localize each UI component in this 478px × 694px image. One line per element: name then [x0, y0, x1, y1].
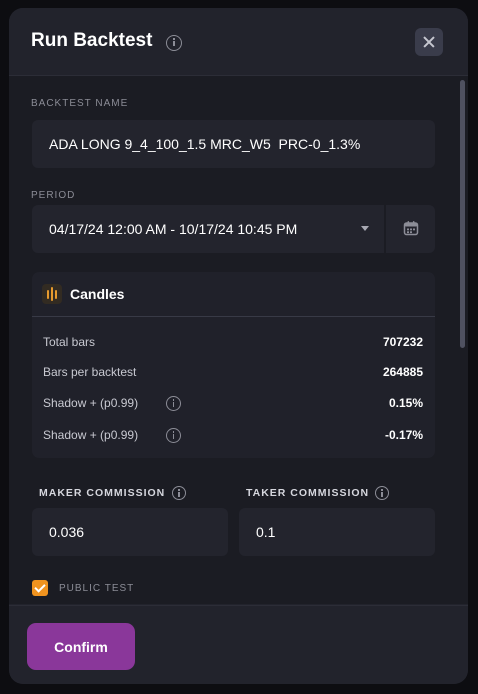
period-value: 04/17/24 12:00 AM - 10/17/24 10:45 PM	[49, 221, 298, 237]
period-label: PERIOD	[31, 190, 76, 201]
row-label: Bars per backtest	[43, 365, 137, 379]
info-icon[interactable]	[166, 428, 181, 443]
confirm-button[interactable]: Confirm	[27, 623, 135, 670]
dialog-title: Run Backtest	[31, 30, 153, 51]
maker-commission-input[interactable]: 0.036	[32, 508, 228, 556]
row-value: 264885	[382, 365, 423, 379]
info-icon[interactable]	[166, 396, 181, 411]
row-label: Total bars	[43, 335, 96, 349]
period-select[interactable]: 04/17/24 12:00 AM - 10/17/24 10:45 PM	[32, 205, 384, 253]
row-value: 707232	[382, 335, 423, 349]
calendar-button[interactable]	[386, 205, 435, 253]
candles-header: Candles	[32, 272, 435, 317]
scroll-thumb[interactable]	[460, 80, 465, 348]
candles-title: Candles	[70, 286, 125, 302]
info-icon[interactable]	[375, 486, 389, 500]
public-test-checkbox[interactable]	[32, 580, 48, 596]
row-label: Shadow + (p0.99)	[43, 428, 139, 442]
candles-row-total-bars: Total bars 707232	[32, 327, 435, 357]
close-button[interactable]	[415, 28, 443, 56]
candles-row-bars-per-backtest: Bars per backtest 264885	[32, 357, 435, 387]
backtest-name-input[interactable]: ADA LONG 9_4_100_1.5 MRC_W5 PRC-0_1.3%	[32, 120, 435, 168]
maker-commission-label: MAKER COMMISSION	[39, 487, 166, 499]
scrollbar[interactable]	[460, 76, 465, 604]
calendar-icon	[403, 221, 419, 236]
candles-row-shadow-down: Shadow + (p0.99) -0.17%	[32, 420, 435, 450]
backtest-name-value: ADA LONG 9_4_100_1.5 MRC_W5 PRC-0_1.3%	[49, 136, 361, 152]
period-field: 04/17/24 12:00 AM - 10/17/24 10:45 PM	[32, 205, 435, 253]
row-label: Shadow + (p0.99)	[43, 396, 139, 410]
dialog-footer: Confirm	[9, 605, 468, 684]
taker-commission-input[interactable]: 0.1	[239, 508, 435, 556]
candles-card: Candles Total bars 707232 Bars per backt…	[32, 272, 435, 458]
public-test-label: PUBLIC TEST	[59, 583, 135, 594]
row-value: 0.15%	[388, 396, 423, 410]
taker-commission-value: 0.1	[256, 524, 276, 540]
candles-icon	[42, 284, 62, 304]
chevron-down-icon	[361, 226, 369, 231]
candles-row-shadow-up: Shadow + (p0.99) 0.15%	[32, 388, 435, 418]
backtest-name-label: BACKTEST NAME	[31, 98, 129, 109]
maker-commission-value: 0.036	[49, 524, 85, 540]
dialog-header: Run Backtest	[9, 8, 468, 76]
taker-commission-label: TAKER COMMISSION	[246, 487, 370, 499]
run-backtest-dialog: Run Backtest BACKTEST NAME ADA LONG 9_4_…	[9, 8, 468, 684]
info-icon[interactable]	[172, 486, 186, 500]
info-icon[interactable]	[166, 35, 182, 51]
row-value: -0.17%	[384, 428, 423, 442]
